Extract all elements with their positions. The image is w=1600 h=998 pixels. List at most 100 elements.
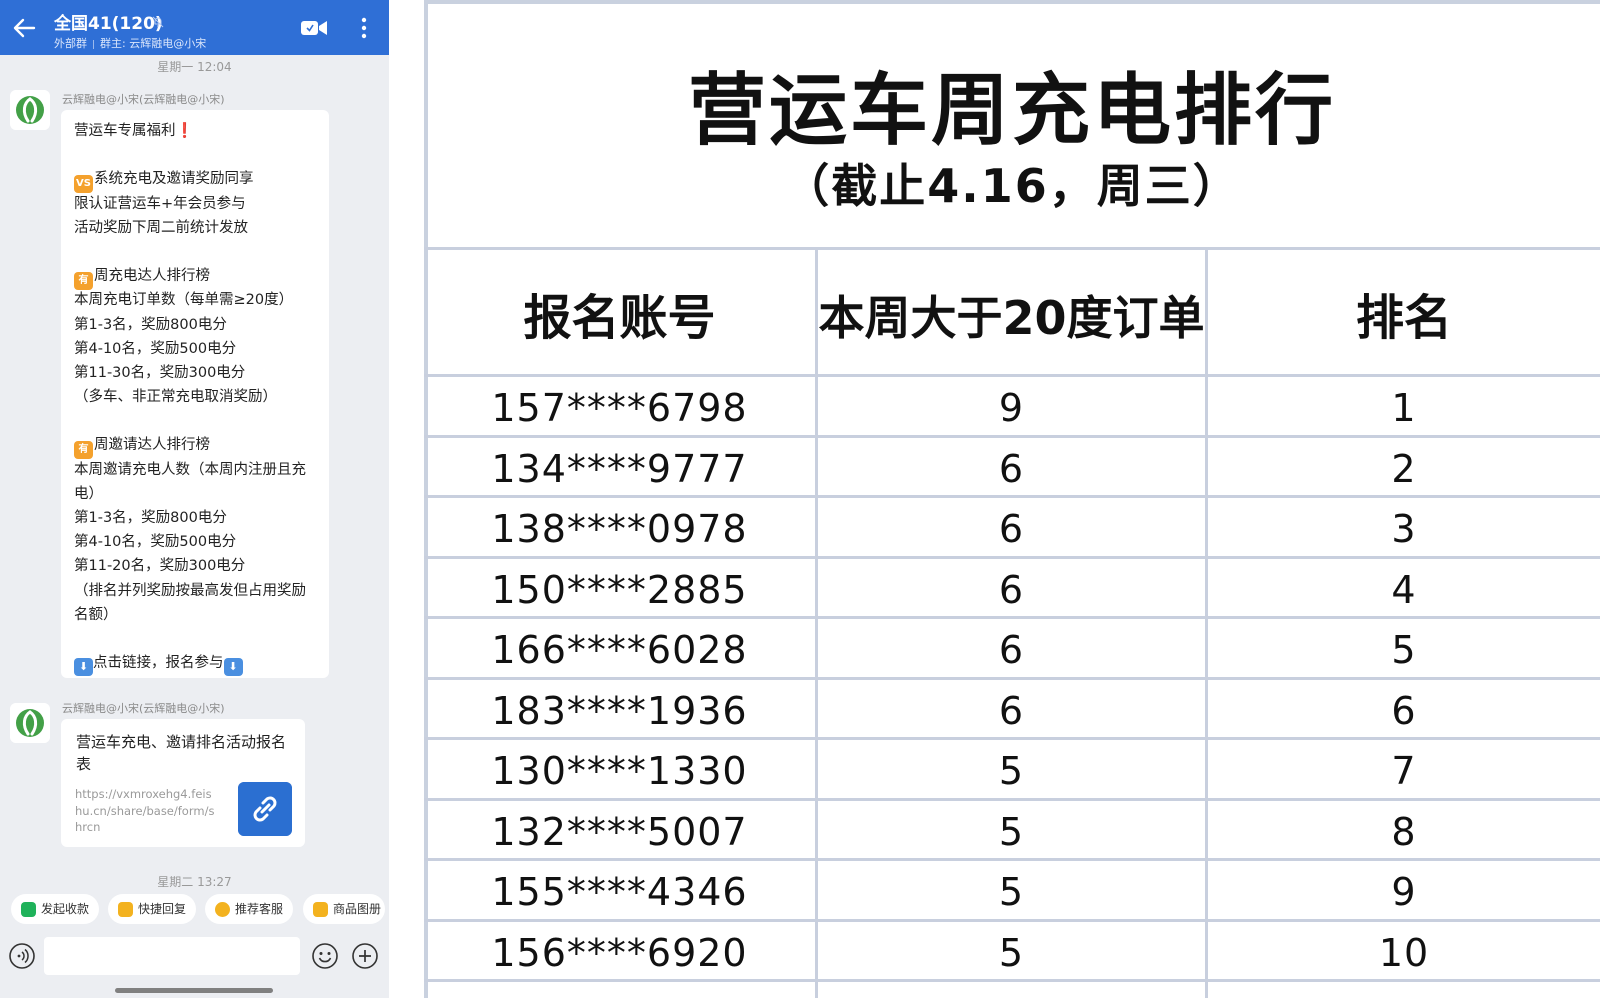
cell-account: 150****2885: [491, 567, 748, 612]
message-line: 营运车专属福利❗: [74, 119, 316, 143]
message-line: 第11-30名，奖励300电分: [74, 364, 246, 381]
sender-avatar[interactable]: [10, 703, 50, 743]
link-card-title[interactable]: 营运车充电、邀请排名活动报名表: [76, 731, 296, 775]
voice-icon[interactable]: [8, 942, 36, 970]
down-arrow-icon: ⬇: [74, 658, 93, 677]
cell-orders: 5: [998, 930, 1025, 975]
chip-label: 推荐客服: [235, 902, 284, 916]
message-line: [74, 143, 316, 167]
message-line: 第1-3名，奖励800电分: [74, 316, 227, 333]
quick-reply-button[interactable]: 快捷回复: [108, 894, 197, 924]
cell-rank: 2: [1391, 446, 1417, 491]
cell-account: 138****0978: [491, 507, 748, 551]
cell-orders: 5: [998, 809, 1025, 854]
group-owner-label: 群主: 云辉融电@小宋: [100, 37, 207, 50]
message-line: [74, 627, 316, 651]
cell-orders: 6: [998, 688, 1025, 733]
cell-orders: 9: [998, 386, 1025, 430]
message-line: 有周邀请达人排行榜: [74, 433, 316, 460]
message-line: 有周充电达人排行榜: [74, 264, 316, 291]
message-line: 第4-10名，奖励500电分: [74, 534, 237, 551]
cell-rank: 10: [1378, 930, 1430, 975]
pane-divider: [389, 0, 424, 998]
timestamp: 星期一 12:04: [157, 60, 232, 74]
table-border-top: [424, 0, 1600, 4]
link-card[interactable]: 营运车充电、邀请排名活动报名表 https://vxmroxehg4.feish…: [61, 719, 305, 847]
emoji-icon[interactable]: [311, 942, 339, 970]
message-line: [74, 409, 316, 433]
message-line: 活动奖励下周二前统计发放: [74, 219, 248, 236]
you-emoji-icon: 有: [74, 441, 93, 460]
chip-label: 商品图册: [333, 902, 382, 916]
cell-account: 132****5007: [491, 809, 748, 854]
down-arrow-icon: ⬇: [223, 658, 243, 677]
subtitle-divider: [93, 39, 94, 49]
cell-orders: 5: [998, 870, 1025, 914]
row-divider: [424, 979, 1600, 982]
screen: 全国41(120) 外部群群主: 云辉融电@小宋 星期一 12:04 云辉融电: [0, 0, 1600, 998]
collect-payment-button[interactable]: 发起收款: [11, 894, 100, 924]
payment-icon: [21, 902, 36, 917]
message-input[interactable]: [44, 937, 300, 975]
home-indicator[interactable]: [115, 988, 273, 993]
cell-rank: 1: [1391, 386, 1417, 430]
album-icon: [313, 902, 328, 917]
message-line: （排名并列奖励按最高发但占用奖励名额）: [74, 582, 306, 623]
message-line: 本周邀请充电人数（本周内注册且充电）: [74, 461, 306, 502]
video-call-icon[interactable]: [300, 18, 328, 38]
message-line: 第1-3名，奖励800电分: [74, 510, 227, 527]
message-line: 限认证营运车+年会员参与: [74, 195, 246, 212]
group-type-label: 外部群: [54, 37, 87, 50]
chip-label: 发起收款: [41, 902, 90, 916]
message-line: 本周充电订单数（每单需≥20度）: [74, 292, 294, 309]
message-line: 第11-20名，奖励300电分: [74, 558, 246, 575]
agent-icon: [215, 902, 230, 917]
link-icon[interactable]: [238, 782, 292, 836]
cell-orders: 6: [998, 446, 1025, 491]
ranking-subtitle: （截止4.16，周三）: [783, 159, 1241, 213]
vs-emoji-icon: VS: [74, 175, 93, 194]
cell-account: 157****6798: [491, 386, 748, 430]
mute-icon: [152, 16, 164, 28]
cell-orders: 6: [998, 567, 1025, 612]
ranking-image: 营运车周充电排行 （截止4.16，周三） 报名账号 本周大于20度订单 排名 1…: [424, 0, 1600, 998]
message-text: 周充电达人排行榜: [94, 268, 210, 285]
cell-account: 134****9777: [491, 446, 748, 491]
message-text: 点击链接，报名参与: [93, 655, 224, 672]
cell-orders: 6: [998, 507, 1025, 551]
cell-account: 155****4346: [491, 870, 748, 914]
message-line: 第4-10名，奖励500电分: [74, 340, 237, 357]
cell-account: 156****6920: [491, 930, 748, 975]
cell-rank: 9: [1391, 870, 1417, 914]
cell-rank: 4: [1391, 567, 1417, 612]
message-bubble[interactable]: 营运车专属福利❗ VS 系统充电及邀请奖励同享 限认证营运车+年会员参与 活动奖励…: [61, 110, 329, 678]
cell-rank: 6: [1391, 688, 1417, 733]
recommend-agent-button[interactable]: 推荐客服: [205, 894, 294, 924]
cell-orders: 6: [998, 628, 1025, 672]
chip-label: 快捷回复: [138, 902, 187, 916]
ranking-title: 营运车周充电排行: [687, 66, 1336, 156]
sender-avatar[interactable]: [10, 90, 50, 130]
message-line: （多车、非正常充电取消奖励）: [74, 389, 277, 406]
column-header-orders: 本周大于20度订单: [818, 291, 1205, 345]
exclamation-icon: ❗: [175, 123, 194, 139]
cell-rank: 8: [1391, 809, 1417, 854]
chat-title[interactable]: 全国41(120): [54, 9, 163, 34]
sender-name: 云辉融电@小宋(云辉融电@小宋): [62, 93, 225, 106]
sender-name: 云辉融电@小宋(云辉融电@小宋): [62, 702, 225, 715]
timestamp: 星期二 13:27: [157, 875, 232, 889]
link-card-url[interactable]: https://vxmroxehg4.feishu.cn/share/base/…: [75, 786, 215, 836]
message-line: [74, 240, 316, 264]
message-text: 营运车专属福利: [74, 123, 176, 139]
more-options-icon[interactable]: [356, 16, 372, 40]
back-arrow-icon[interactable]: [10, 14, 38, 42]
plus-icon[interactable]: [351, 942, 379, 970]
column-header-account: 报名账号: [523, 290, 716, 346]
cell-account: 130****1330: [491, 749, 748, 793]
product-album-button[interactable]: 商品图册: [303, 894, 386, 924]
cell-rank: 3: [1391, 507, 1417, 551]
quick-reply-icon: [118, 902, 133, 917]
message-text: 周邀请达人排行榜: [94, 437, 210, 454]
chat-header: 全国41(120) 外部群 群主: 云辉融电@小宋: [0, 0, 389, 55]
message-text: 系统充电及邀请奖励同享: [94, 171, 254, 188]
